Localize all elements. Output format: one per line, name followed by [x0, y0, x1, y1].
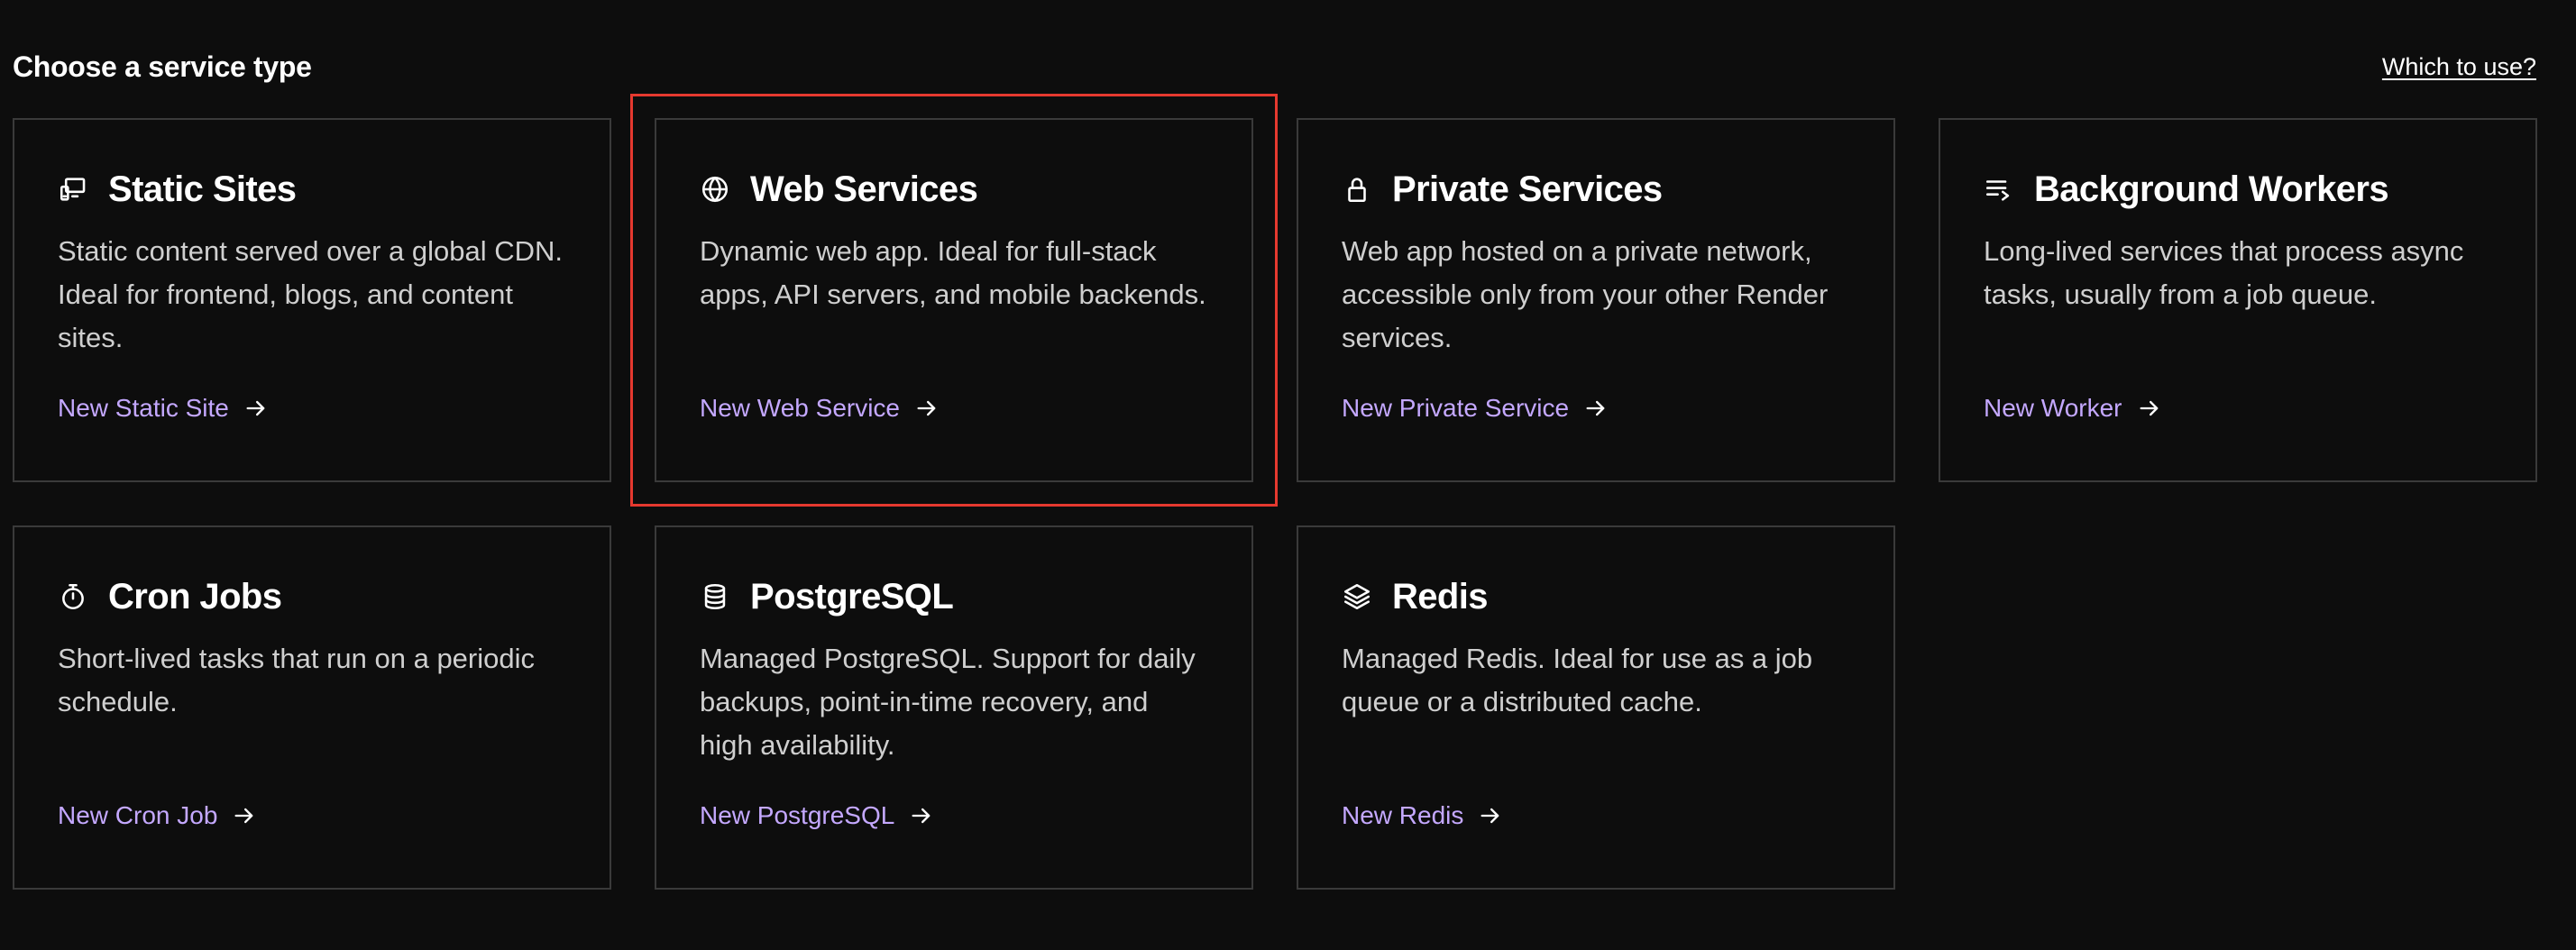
service-type-page: Choose a service type Which to use? Stat… — [0, 0, 2576, 950]
card-title: Web Services — [750, 169, 978, 209]
arrow-right-icon — [243, 396, 269, 421]
lock-icon — [1342, 174, 1372, 205]
card-title: Redis — [1392, 577, 1489, 617]
card-title: Background Workers — [2034, 169, 2389, 209]
arrow-right-icon — [1583, 396, 1609, 421]
card-description: Managed Redis. Ideal for use as a job qu… — [1342, 643, 1813, 717]
new-worker-link[interactable]: New Worker — [1984, 390, 2162, 426]
arrow-right-icon — [232, 803, 257, 828]
stopwatch-icon — [58, 581, 88, 612]
queue-icon — [1984, 174, 2014, 205]
card-description: Dynamic web app. Ideal for full-stack ap… — [700, 235, 1206, 310]
card-web-services[interactable]: Web Services Dynamic web app. Ideal for … — [630, 94, 1278, 507]
card-background-workers[interactable]: Background Workers Long-lived services t… — [1939, 118, 2537, 482]
card-redis[interactable]: Redis Managed Redis. Ideal for use as a … — [1297, 525, 1895, 890]
link-label: New Cron Job — [58, 801, 218, 829]
link-label: New Worker — [1984, 394, 2122, 422]
page-title: Choose a service type — [13, 50, 312, 83]
which-to-use-link[interactable]: Which to use? — [2382, 49, 2536, 85]
link-label: New Static Site — [58, 394, 229, 422]
card-description: Short-lived tasks that run on a periodic… — [58, 643, 535, 717]
database-icon — [700, 581, 730, 612]
arrow-right-icon — [2137, 396, 2162, 421]
link-label: New Redis — [1342, 801, 1464, 829]
new-redis-link[interactable]: New Redis — [1342, 798, 1503, 834]
card-cron-jobs[interactable]: Cron Jobs Short-lived tasks that run on … — [13, 525, 611, 890]
globe-icon — [700, 174, 730, 205]
service-card-grid: Static Sites Static content served over … — [13, 94, 2537, 890]
card-title: Cron Jobs — [108, 577, 282, 617]
link-label: New Web Service — [700, 394, 901, 422]
card-private-services[interactable]: Private Services Web app hosted on a pri… — [1297, 118, 1895, 482]
card-title: PostgreSQL — [750, 577, 954, 617]
new-web-service-link[interactable]: New Web Service — [700, 390, 940, 426]
card-description: Static content served over a global CDN.… — [58, 235, 563, 353]
new-cron-job-link[interactable]: New Cron Job — [58, 798, 257, 834]
new-postgresql-link[interactable]: New PostgreSQL — [700, 798, 934, 834]
card-title: Static Sites — [108, 169, 297, 209]
arrow-right-icon — [914, 396, 940, 421]
card-description: Web app hosted on a private network, acc… — [1342, 235, 1829, 353]
link-label: New PostgreSQL — [700, 801, 895, 829]
card-description: Long-lived services that process async t… — [1984, 235, 2464, 310]
card-postgresql[interactable]: PostgreSQL Managed PostgreSQL. Support f… — [655, 525, 1253, 890]
card-description: Managed PostgreSQL. Support for daily ba… — [700, 643, 1196, 761]
layers-icon — [1342, 581, 1372, 612]
card-static-sites[interactable]: Static Sites Static content served over … — [13, 118, 611, 482]
arrow-right-icon — [909, 803, 934, 828]
link-label: New Private Service — [1342, 394, 1570, 422]
static-site-icon — [58, 174, 88, 205]
arrow-right-icon — [1478, 803, 1503, 828]
card-title: Private Services — [1392, 169, 1663, 209]
new-static-site-link[interactable]: New Static Site — [58, 390, 269, 426]
new-private-service-link[interactable]: New Private Service — [1342, 390, 1609, 426]
